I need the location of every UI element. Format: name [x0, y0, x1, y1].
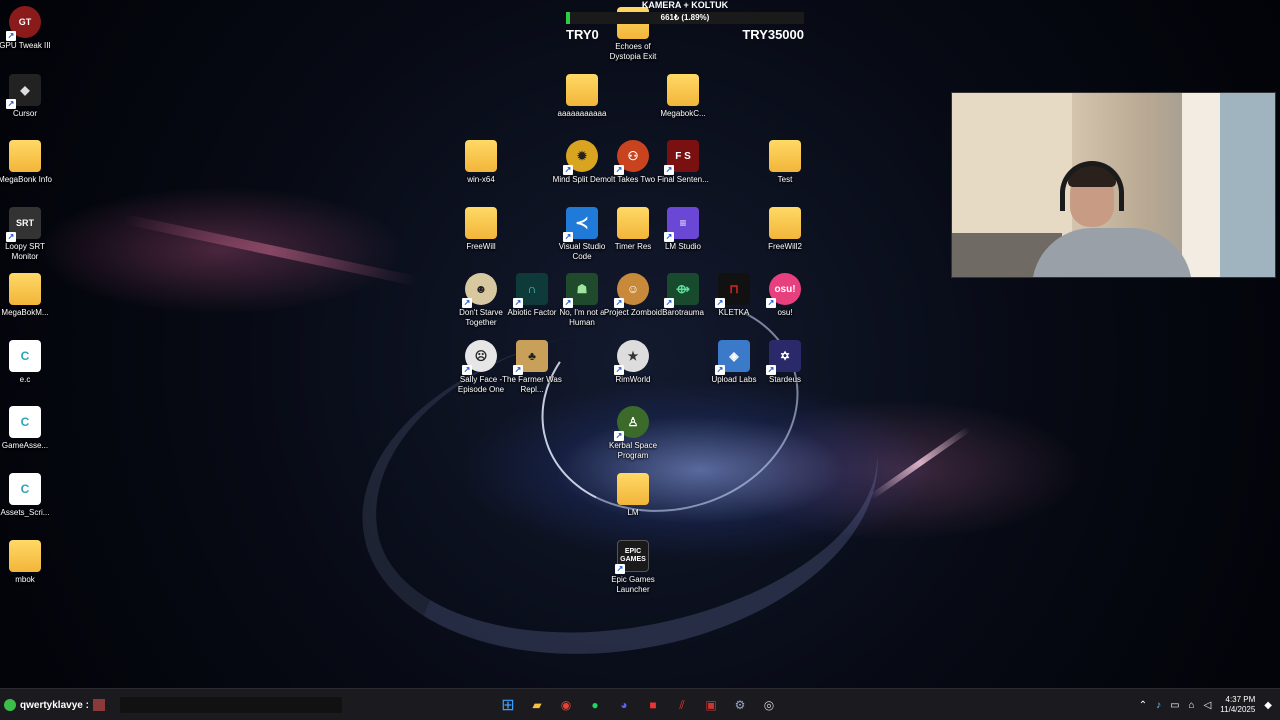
- gpu-tweak-icon: GT: [6, 6, 41, 41]
- webcam-curtain: [1182, 93, 1222, 277]
- desktop-icon-loopy-srt-monitor[interactable]: SRT Loopy SRT Monitor: [0, 207, 57, 262]
- desktop-icon-lm[interactable]: LM: [601, 473, 665, 518]
- wallpaper-nebula-streak: [122, 213, 418, 287]
- display-icon[interactable]: ▭: [1170, 700, 1179, 711]
- taskbar-clock[interactable]: 4:37 PM 11/4/2025: [1220, 695, 1255, 715]
- not-a-human-icon: ☗: [563, 273, 598, 308]
- final-sentence-icon: F S: [664, 140, 699, 175]
- clock-time: 4:37 PM: [1225, 695, 1256, 704]
- notification-icon[interactable]: ◆: [1264, 700, 1272, 711]
- epic-games-icon: EPIC GAMES: [615, 540, 649, 574]
- goal-min-label: TRY0: [566, 27, 599, 42]
- rimworld-icon: ★: [614, 340, 649, 375]
- desktop-icon-gpu-tweak[interactable]: GT GPU Tweak III: [0, 6, 57, 51]
- desktop-icon-e-c[interactable]: C e.c: [0, 340, 57, 385]
- desktop-icon-assets-scripts[interactable]: C Assets_Scri...: [0, 473, 57, 518]
- desktop-icon-win-x64[interactable]: win-x64: [449, 140, 513, 185]
- folder-icon: [667, 74, 699, 106]
- desktop-icon-osu[interactable]: osu! osu!: [753, 273, 817, 318]
- vscode-icon: ≺: [563, 207, 598, 242]
- webcam-window: [1220, 93, 1275, 277]
- system-tray: ⌃ ♪ ▭ ⌂ ◁ 4:37 PM 11/4/2025 ◆: [1139, 689, 1272, 720]
- obs-icon[interactable]: ◎: [757, 693, 781, 717]
- folder-icon: [9, 540, 41, 572]
- desktop-icon-cursor[interactable]: ◆ Cursor: [0, 74, 57, 119]
- project-zomboid-icon: ☺: [614, 273, 649, 308]
- goal-title: KAMERA + KOLTUK: [641, 0, 729, 10]
- taskbar-blank-area: [120, 697, 342, 713]
- webcam-overlay: [951, 92, 1276, 278]
- goal-max-label: TRY35000: [742, 27, 804, 42]
- headset-icon: [1060, 161, 1124, 211]
- farmer-icon: ♣: [513, 340, 548, 375]
- desktop-icon-megabonk-info[interactable]: MegaBonk Info: [0, 140, 57, 185]
- user-thumbnail: [92, 699, 105, 711]
- taskbar-apps: ⊞ ▰ ◉ ● ◕ ■ ⫽ ▣ ⚙ ◎: [496, 693, 781, 717]
- folder-icon: [566, 74, 598, 106]
- desktop-icon-gameassets[interactable]: C GameAsse...: [0, 406, 57, 451]
- taskbar: qwertyklavye : ⊞ ▰ ◉ ● ◕ ■ ⫽ ▣ ⚙ ◎ ⌃ ♪ ▭…: [0, 688, 1280, 720]
- osu-icon: osu!: [766, 273, 801, 308]
- lm-studio-icon: ≡: [664, 207, 699, 242]
- c-file-icon: C: [9, 406, 41, 438]
- volume-icon[interactable]: ◁: [1204, 700, 1212, 711]
- chat-username: qwertyklavye :: [20, 699, 89, 711]
- kletka-icon: ⊓: [715, 273, 750, 308]
- discord-icon[interactable]: ◕: [612, 693, 636, 717]
- folder-icon: [9, 140, 41, 172]
- spotify-icon[interactable]: ●: [583, 693, 607, 717]
- abiotic-factor-icon: ∩: [513, 273, 548, 308]
- stardeus-icon: ✡: [766, 340, 801, 375]
- recorder-icon[interactable]: ■: [641, 693, 665, 717]
- desktop-icon-megabokc[interactable]: MegabokC...: [651, 74, 715, 119]
- desktop-icon-mbok[interactable]: mbok: [0, 540, 57, 585]
- user-status-dot: [4, 699, 16, 711]
- file-explorer-icon[interactable]: ▰: [525, 693, 549, 717]
- upload-labs-icon: ◈: [715, 340, 750, 375]
- srt-monitor-icon: SRT: [6, 207, 41, 242]
- chrome-icon[interactable]: ◉: [554, 693, 578, 717]
- folder-icon: [465, 207, 497, 239]
- desktop-icon-stardeus[interactable]: ✡ Stardeus: [753, 340, 817, 385]
- goal-progress-value: 661₺ (1.89%): [660, 13, 710, 22]
- desktop-icon-freewill2[interactable]: FreeWill2: [753, 207, 817, 252]
- c-file-icon: C: [9, 340, 41, 372]
- kerbal-icon: ♙: [614, 406, 649, 441]
- folder-icon: [769, 207, 801, 239]
- desktop-icon-lm-studio[interactable]: ≡ LM Studio: [651, 207, 715, 252]
- folder-icon: [617, 207, 649, 239]
- barotrauma-icon: ⟴: [664, 273, 699, 308]
- windows-start-icon[interactable]: ⊞: [496, 693, 520, 717]
- desktop-icon-epic-games-launcher[interactable]: EPIC GAMES Epic Games Launcher: [601, 540, 665, 595]
- desktop-icon-rimworld[interactable]: ★ RimWorld: [601, 340, 665, 385]
- wallpaper-star-streak: [869, 426, 971, 500]
- game-launcher-icon[interactable]: ⫽: [670, 693, 694, 717]
- app-icon[interactable]: ▣: [699, 693, 723, 717]
- dont-starve-icon: ☻: [462, 273, 497, 308]
- network-icon[interactable]: ⌂: [1189, 700, 1195, 711]
- folder-icon: [769, 140, 801, 172]
- desktop-icon-freewill[interactable]: FreeWill: [449, 207, 513, 252]
- donation-goal-tracker: KAMERA + KOLTUK 661₺ (1.89%) TRY0 TRY350…: [564, 0, 806, 44]
- desktop-icon-test[interactable]: Test: [753, 140, 817, 185]
- folder-icon: [617, 473, 649, 505]
- desktop-icon-final-sentence[interactable]: F S Final Senten...: [651, 140, 715, 185]
- it-takes-two-icon: ⚇: [614, 140, 649, 175]
- folder-icon: [465, 140, 497, 172]
- microphone-icon[interactable]: ♪: [1156, 700, 1161, 711]
- clock-date: 11/4/2025: [1220, 705, 1256, 714]
- chevron-up-icon[interactable]: ⌃: [1139, 700, 1147, 711]
- steam-icon[interactable]: ⚙: [728, 693, 752, 717]
- desktop-icon-kerbal-space-program[interactable]: ♙ Kerbal Space Program: [601, 406, 665, 461]
- chat-user-widget[interactable]: qwertyklavye :: [4, 697, 105, 713]
- mind-split-icon: ✹: [563, 140, 598, 175]
- desktop-icon-the-farmer-was-replaced[interactable]: ♣ The Farmer Was Repl...: [500, 340, 564, 395]
- cursor-app-icon: ◆: [6, 74, 41, 109]
- folder-icon: [9, 273, 41, 305]
- sally-face-icon: ☹: [462, 340, 497, 375]
- c-file-icon: C: [9, 473, 41, 505]
- desktop-icon-aaaaaaaaaaa[interactable]: aaaaaaaaaaa: [550, 74, 614, 119]
- desktop-icon-megabokm[interactable]: MegaBokM...: [0, 273, 57, 318]
